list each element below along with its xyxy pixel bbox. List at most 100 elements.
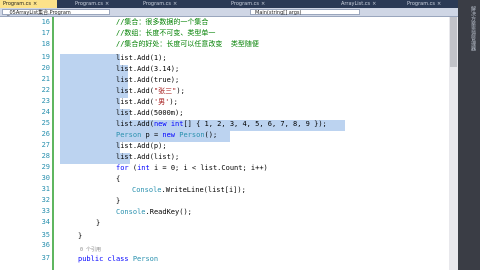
close-icon[interactable]: × bbox=[173, 1, 177, 7]
selection-highlight bbox=[60, 142, 120, 153]
code-editor[interactable]: 16 17 18 19 20 21 22 23 24 25 26 27 28 2… bbox=[0, 17, 458, 270]
code-line: Console.WriteLine(list[i]); bbox=[132, 185, 480, 196]
tab-label: ArrayList.cs bbox=[341, 1, 371, 7]
code-token: p = bbox=[141, 131, 163, 139]
close-icon[interactable]: × bbox=[372, 1, 376, 7]
code-line: list.Add(1); bbox=[116, 54, 167, 62]
line-number: 33 bbox=[41, 207, 50, 215]
line-number: 37 bbox=[41, 254, 50, 262]
code-line: { bbox=[116, 175, 121, 183]
line-number: 16 bbox=[41, 18, 50, 26]
code-token: .ReadKey(); bbox=[145, 208, 192, 216]
selection-highlight bbox=[60, 98, 120, 109]
line-number: 36 bbox=[41, 241, 50, 249]
type-name: Person bbox=[179, 131, 205, 139]
line-number: 32 bbox=[41, 196, 50, 204]
char-literal: '男' bbox=[153, 98, 170, 106]
code-line: } bbox=[96, 219, 101, 227]
close-icon[interactable]: × bbox=[105, 1, 109, 7]
tab-arraylist-cs[interactable]: ArrayList.cs × bbox=[338, 0, 397, 8]
code-token: .WriteLine(list[i]); bbox=[161, 186, 246, 194]
code-token: list.Add( bbox=[116, 120, 154, 128]
code-token: ( bbox=[128, 164, 138, 172]
solution-explorer-label: 解决方案资源管理器 bbox=[470, 6, 476, 51]
line-number: 25 bbox=[41, 119, 50, 127]
keyword: int bbox=[137, 164, 150, 172]
close-icon[interactable]: × bbox=[261, 1, 265, 7]
line-number: 31 bbox=[41, 185, 50, 193]
tab-program-cs-6[interactable]: Program.cs × bbox=[404, 0, 458, 8]
line-number: 18 bbox=[41, 40, 50, 48]
code-token: [] { 1, 2, 3, 4, 5, 6, 7, 8, 9 }); bbox=[183, 120, 327, 128]
code-line: list.Add(5000m); bbox=[116, 109, 184, 117]
line-number: 24 bbox=[41, 108, 50, 116]
close-icon[interactable]: × bbox=[437, 1, 441, 7]
keyword: class bbox=[107, 255, 129, 263]
keyword: public bbox=[78, 255, 104, 263]
tab-program-cs-3[interactable]: Program.cs × bbox=[140, 0, 195, 8]
member-dropdown[interactable]: Main(string[] args) bbox=[250, 9, 360, 16]
code-line: Console.ReadKey(); bbox=[116, 207, 480, 218]
line-number: 26 bbox=[41, 130, 50, 138]
tab-label: Program.cs bbox=[3, 1, 32, 7]
line-number: 30 bbox=[41, 174, 50, 182]
line-number: 29 bbox=[41, 163, 50, 171]
code-token: i = 0; i < list.Count; i++) bbox=[149, 164, 268, 172]
code-token: list.Add( bbox=[116, 98, 154, 106]
code-token: (); bbox=[204, 131, 218, 139]
line-number: 21 bbox=[41, 75, 50, 83]
code-line: Person p = new Person(); bbox=[116, 130, 480, 141]
keyword: new bbox=[153, 120, 167, 128]
vertical-scrollbar[interactable] bbox=[449, 17, 458, 270]
line-number: 20 bbox=[41, 64, 50, 72]
line-number: 17 bbox=[41, 29, 50, 37]
tab-program-cs-2[interactable]: Program.cs × bbox=[72, 0, 127, 8]
keyword: for bbox=[116, 164, 129, 172]
code-token: ); bbox=[169, 98, 178, 106]
document-tab-bar: Program.cs × Program.cs × Program.cs × Prog… bbox=[0, 0, 458, 8]
code-token: ); bbox=[176, 87, 185, 95]
code-token: list.Add( bbox=[116, 87, 154, 95]
keyword: new bbox=[162, 131, 176, 139]
close-icon[interactable]: × bbox=[33, 1, 37, 7]
type-name: Console bbox=[132, 186, 162, 194]
class-dropdown[interactable]: _05ArrayList集合.Program bbox=[2, 9, 110, 16]
selection-highlight bbox=[60, 54, 120, 65]
line-number: 35 bbox=[41, 231, 50, 239]
tab-label: Program.cs bbox=[407, 1, 436, 7]
code-line: list.Add(3.14); bbox=[116, 65, 180, 73]
string-literal: "张三" bbox=[153, 87, 177, 95]
code-line: } bbox=[78, 232, 83, 240]
code-comment: //集合：很多数据的一个集合 bbox=[116, 18, 209, 26]
navigation-bar: _05ArrayList集合.Program Main(string[] arg… bbox=[0, 8, 458, 17]
line-number: 28 bbox=[41, 152, 50, 160]
keyword: int bbox=[170, 120, 184, 128]
code-line: } bbox=[116, 197, 121, 205]
tab-program-cs-active[interactable]: Program.cs × bbox=[0, 0, 57, 8]
code-line: list.Add('男'); bbox=[116, 97, 480, 108]
code-line: list.Add(true); bbox=[116, 76, 180, 84]
code-line: list.Add("张三"); bbox=[116, 86, 480, 97]
type-name: Person bbox=[116, 131, 142, 139]
line-number: 19 bbox=[41, 53, 50, 61]
change-indicator-bar bbox=[52, 17, 54, 270]
tab-label: Program.cs bbox=[75, 1, 104, 7]
tab-program-cs-4[interactable]: Program.cs × bbox=[228, 0, 283, 8]
scrollbar-thumb[interactable] bbox=[450, 17, 457, 67]
code-comment: //数组：长度不可变、类型单一 bbox=[116, 29, 216, 37]
line-number: 22 bbox=[41, 86, 50, 94]
member-dropdown-value: Main(string[] args) bbox=[255, 10, 302, 16]
line-number: 23 bbox=[41, 97, 50, 105]
code-line: list.Add(list); bbox=[116, 153, 180, 161]
tab-label: Program.cs bbox=[143, 1, 172, 7]
line-number: 27 bbox=[41, 141, 50, 149]
class-dropdown-value: _05ArrayList集合.Program bbox=[7, 10, 71, 16]
code-line: list.Add(p); bbox=[116, 142, 167, 150]
type-name: Console bbox=[116, 208, 146, 216]
line-number: 34 bbox=[41, 218, 50, 226]
code-line: public class Person bbox=[78, 254, 468, 265]
code-line: for (int i = 0; i < list.Count; i++) bbox=[116, 163, 480, 174]
code-line: list.Add(new int[] { 1, 2, 3, 4, 5, 6, 7… bbox=[116, 119, 480, 130]
solution-explorer-side-tab[interactable]: 解决方案资源管理器 bbox=[458, 0, 480, 270]
tab-label: Program.cs bbox=[231, 1, 260, 7]
